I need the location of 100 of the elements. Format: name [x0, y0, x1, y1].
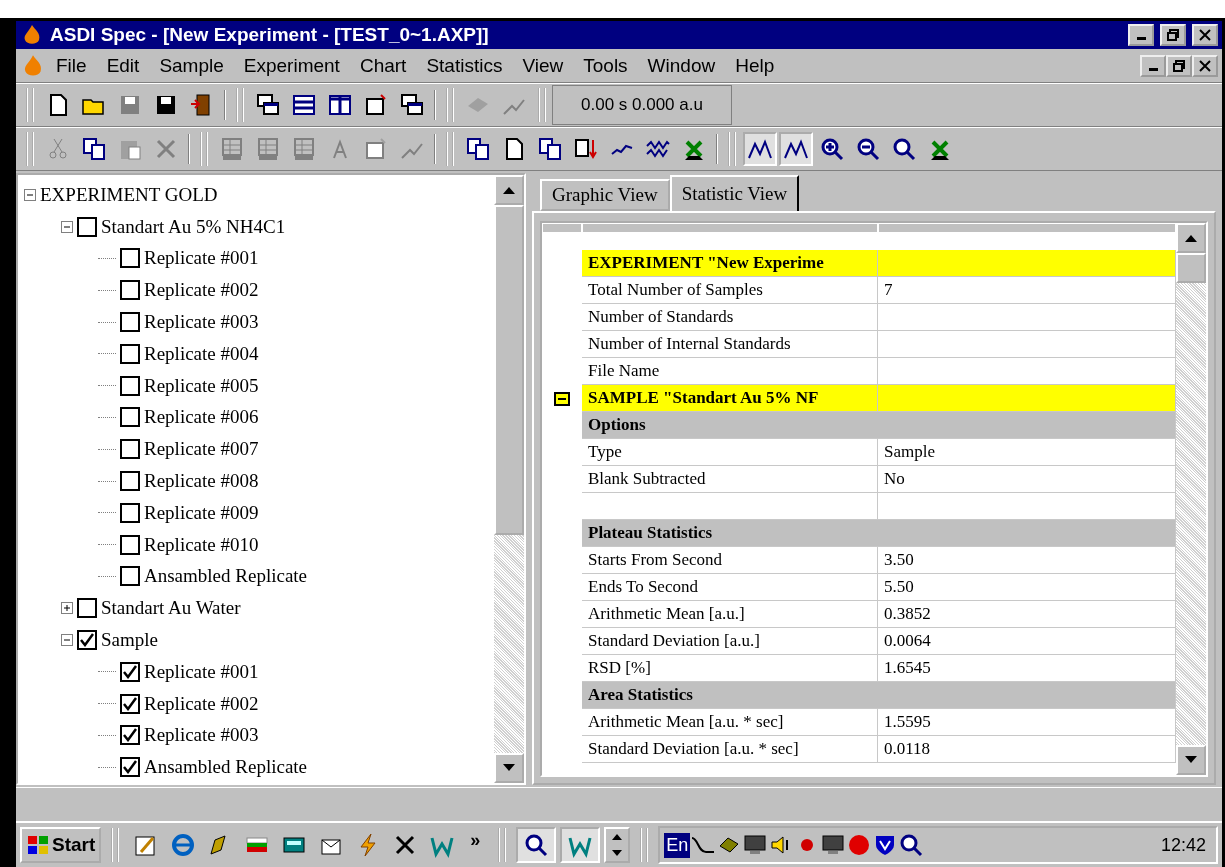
tree-item[interactable]: Replicate #010 — [144, 533, 259, 556]
tree-item[interactable]: Ansambled Replicate — [144, 756, 308, 779]
tree-item[interactable]: Replicate #002 — [144, 692, 259, 715]
language-indicator[interactable]: En — [664, 832, 691, 858]
tree-item[interactable]: Replicate #003 — [144, 724, 259, 747]
table-cell: Arithmetic Mean [a.u. * sec] — [582, 709, 878, 736]
scroll-down-button[interactable] — [494, 753, 524, 783]
toolbar-handle[interactable] — [446, 88, 454, 122]
checkbox[interactable] — [120, 502, 140, 523]
toolbar-button[interactable] — [743, 132, 777, 166]
checkbox[interactable] — [120, 566, 140, 587]
toolbar-handle[interactable] — [26, 88, 34, 122]
table-cell: 5.50 — [878, 574, 1176, 601]
tree-item[interactable]: Replicate #005 — [144, 374, 259, 397]
checkbox[interactable] — [120, 248, 140, 269]
search-icon — [898, 832, 925, 858]
search-icon — [523, 832, 550, 858]
copy-icon — [537, 136, 563, 162]
checkbox[interactable] — [120, 534, 140, 555]
tree-item[interactable]: Replicate #007 — [144, 438, 259, 461]
checkbox[interactable] — [120, 375, 140, 396]
menu-item[interactable]: Sample — [149, 54, 234, 77]
tree-item[interactable]: Replicate #009 — [144, 501, 259, 524]
tree-item[interactable]: Replicate #006 — [144, 406, 259, 429]
scroll-down-button[interactable] — [1176, 745, 1206, 775]
tree-item[interactable]: Replicate #001 — [144, 247, 259, 270]
toolbar-handle[interactable] — [26, 132, 34, 166]
tree-item[interactable]: Sample — [101, 629, 158, 652]
tab[interactable]: Statistic View — [669, 175, 800, 211]
copy-icon — [81, 136, 107, 162]
menu-item[interactable]: Experiment — [233, 54, 350, 77]
checkbox[interactable] — [120, 725, 140, 746]
chevron[interactable]: » — [462, 829, 489, 861]
minimize-icon — [1136, 37, 1146, 40]
toolbar-handle[interactable] — [640, 828, 649, 862]
toolbar-handle[interactable] — [200, 132, 208, 166]
collapse-toggle[interactable] — [554, 391, 570, 406]
scroll-up-button[interactable] — [494, 175, 524, 205]
toolbar-handle[interactable] — [498, 828, 507, 862]
scroll-up-button[interactable] — [1176, 223, 1206, 253]
checkbox[interactable] — [77, 216, 97, 237]
task-button[interactable] — [516, 827, 557, 863]
collapse-toggle[interactable] — [24, 188, 36, 201]
tree-item[interactable]: Replicate #001 — [144, 660, 259, 683]
tree-item[interactable]: Replicate #008 — [144, 470, 259, 493]
start-button[interactable]: Start — [20, 827, 102, 863]
checkbox[interactable] — [120, 757, 140, 778]
spin-button[interactable] — [604, 827, 631, 863]
close-icon — [1199, 59, 1211, 72]
restore-button[interactable] — [1160, 24, 1186, 46]
tree-item[interactable]: Replicate #004 — [144, 342, 259, 365]
restore-button[interactable] — [1166, 54, 1192, 77]
minimize-button[interactable] — [1140, 54, 1166, 77]
close-button[interactable] — [1192, 54, 1218, 77]
restore-icon — [1167, 29, 1179, 41]
toolbar-handle[interactable] — [111, 828, 120, 862]
checkbox[interactable] — [120, 407, 140, 428]
toolbar-handle[interactable] — [446, 132, 454, 166]
toolbar-button[interactable] — [779, 132, 813, 166]
checkbox[interactable] — [120, 312, 140, 333]
table-cell: 0.0118 — [878, 736, 1176, 763]
menu-item[interactable]: Tools — [573, 54, 638, 77]
collapse-toggle[interactable] — [61, 634, 73, 647]
table-cell: 7 — [878, 277, 1176, 304]
table-cell: No — [878, 466, 1176, 493]
tree-item[interactable]: EXPERIMENT GOLD — [40, 183, 218, 206]
tree-item[interactable]: Standart Au Water — [101, 597, 241, 620]
checkbox[interactable] — [120, 661, 140, 682]
menu-item[interactable]: View — [512, 54, 574, 77]
tree-item[interactable]: Replicate #003 — [144, 311, 259, 334]
menu-item[interactable]: Help — [725, 54, 785, 77]
scroll-thumb[interactable] — [1176, 253, 1206, 283]
scroll-thumb[interactable] — [494, 205, 524, 535]
checkbox[interactable] — [120, 439, 140, 460]
toolbar-handle[interactable] — [728, 132, 736, 166]
checkbox[interactable] — [77, 598, 97, 619]
tree-item[interactable]: Ansambled Replicate — [144, 565, 308, 588]
expand-toggle[interactable] — [61, 602, 73, 615]
menu-item[interactable]: Window — [637, 54, 726, 77]
check-icon — [123, 760, 137, 775]
tree-item[interactable]: Standart Au 5% NH4C1 — [101, 215, 286, 238]
tree-item[interactable]: Replicate #002 — [144, 279, 259, 302]
close-button[interactable] — [1192, 24, 1218, 46]
checkbox[interactable] — [120, 280, 140, 301]
toolbar-handle[interactable] — [538, 88, 546, 122]
table-cell: Standard Deviation [a.u.] — [582, 628, 878, 655]
zoom-out-icon — [855, 136, 881, 162]
checkbox[interactable] — [120, 471, 140, 492]
minimize-button[interactable] — [1128, 24, 1154, 46]
menu-item[interactable]: File — [46, 54, 97, 77]
checkbox[interactable] — [77, 630, 97, 651]
menu-item[interactable]: Edit — [96, 54, 150, 77]
minimize-icon — [1148, 67, 1158, 71]
collapse-toggle[interactable] — [61, 220, 73, 233]
checkbox[interactable] — [120, 343, 140, 364]
toolbar-handle[interactable] — [236, 88, 244, 122]
menu-item[interactable]: Chart — [349, 54, 417, 77]
menu-item[interactable]: Statistics — [416, 54, 513, 77]
checkbox[interactable] — [120, 693, 140, 714]
tab[interactable]: Graphic View — [540, 179, 670, 211]
